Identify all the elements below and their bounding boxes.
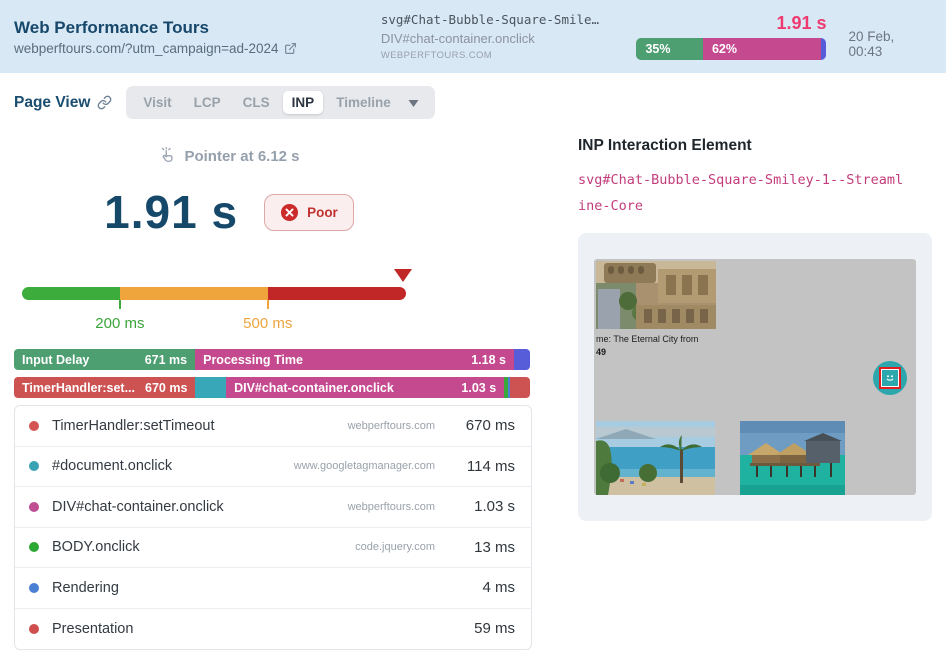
site-title: Web Performance Tours	[14, 18, 381, 38]
threshold-label-good: 200 ms	[95, 315, 144, 332]
view-tabs: Visit LCP CLS INP Timeline	[126, 86, 434, 119]
interaction-type-row: Pointer at 6.12 s	[14, 147, 444, 165]
inp-detail-panel: Pointer at 6.12 s 1.91 s Poor 200 ms 500…	[14, 119, 532, 650]
script-breakdown-bar: TimerHandler:set...670 ms DIV#chat-conta…	[14, 377, 530, 398]
table-row-chat-container[interactable]: DIV#chat-container.onclick webperftours.…	[15, 487, 531, 528]
event-duration: 114 ms	[453, 458, 515, 475]
page-view-link[interactable]: Page View	[14, 94, 112, 112]
timestamp: 20 Feb, 00:43	[848, 15, 930, 59]
threshold-good-segment	[22, 287, 120, 300]
threshold-tick-500ms	[267, 300, 269, 309]
threshold-needs-improvement-segment	[120, 287, 268, 300]
event-duration: 670 ms	[453, 417, 515, 434]
tab-visit[interactable]: Visit	[134, 91, 180, 114]
header-inp-value: 1.91 s	[636, 13, 826, 34]
legend-dot	[29, 502, 39, 512]
rating-label: Poor	[307, 205, 338, 220]
threshold-label-poor: 500 ms	[243, 315, 292, 332]
page-header: Web Performance Tours webperftours.com/?…	[0, 0, 946, 73]
threshold-poor-segment	[268, 287, 406, 300]
pointer-tap-icon	[158, 147, 176, 165]
script-chat-container-onclick[interactable]: DIV#chat-container.onclick1.03 s	[226, 377, 504, 398]
site-url-text: webperftours.com/?utm_campaign=ad-2024	[14, 41, 279, 56]
legend-dot	[29, 421, 39, 431]
event-duration: 13 ms	[453, 539, 515, 556]
interaction-summary: svg#Chat-Bubble-Square-Smile… DIV#chat-c…	[381, 12, 621, 61]
table-row-presentation[interactable]: Presentation 59 ms	[15, 609, 531, 650]
event-domain: www.googletagmanager.com	[294, 460, 435, 472]
legend-dot	[29, 624, 39, 634]
pointer-label: Pointer at 6.12 s	[184, 148, 299, 165]
event-duration: 59 ms	[453, 620, 515, 637]
event-label: DIV#chat-container.onclick	[52, 499, 348, 515]
phase-processing-time[interactable]: Processing Time1.18 s	[195, 349, 514, 370]
tab-inp[interactable]: INP	[283, 91, 324, 114]
screenshot-image-bungalows	[740, 421, 845, 495]
rating-badge: Poor	[264, 194, 354, 231]
link-icon[interactable]	[97, 95, 112, 110]
inp-element-selector: svg#Chat-Bubble-Square-Smiley-1--Streaml…	[578, 167, 908, 220]
event-duration: 1.03 s	[453, 498, 515, 515]
tab-cls[interactable]: CLS	[234, 91, 279, 114]
event-label: #document.onclick	[52, 458, 294, 474]
x-circle-icon	[280, 203, 299, 222]
bar-segment-input-delay: 35%	[636, 38, 703, 60]
page-view-label: Page View	[14, 94, 90, 112]
table-row-timerhandler[interactable]: TimerHandler:setTimeout webperftours.com…	[15, 406, 531, 447]
interaction-element-selector: svg#Chat-Bubble-Square-Smile…	[381, 12, 621, 27]
inp-element-panel: INP Interaction Element svg#Chat-Bubble-…	[578, 119, 932, 650]
panel-title: INP Interaction Element	[578, 137, 932, 155]
legend-dot	[29, 583, 39, 593]
header-inp-metric: 1.91 s 35% 62%	[636, 13, 826, 60]
screenshot-image-beach	[596, 421, 715, 495]
threshold-bar	[22, 287, 406, 300]
script-timerhandler[interactable]: TimerHandler:set...670 ms	[14, 377, 195, 398]
event-domain: webperftours.com	[348, 420, 435, 432]
current-value-marker-icon	[394, 269, 412, 282]
table-row-document-onclick[interactable]: #document.onclick www.googletagmanager.c…	[15, 447, 531, 488]
interaction-handler: DIV#chat-container.onclick	[381, 31, 621, 46]
inp-value: 1.91 s	[104, 185, 238, 239]
event-domain: code.jquery.com	[355, 541, 435, 553]
script-document-onclick[interactable]	[195, 377, 226, 398]
bar-segment-presentation	[821, 38, 827, 60]
table-row-rendering[interactable]: Rendering 4 ms	[15, 568, 531, 609]
interaction-domain: WEBPERFTOURS.COM	[381, 50, 621, 61]
event-label: Presentation	[52, 621, 435, 637]
event-label: Rendering	[52, 580, 435, 596]
header-inp-breakdown-bar: 35% 62%	[636, 38, 826, 60]
legend-dot	[29, 542, 39, 552]
event-domain: webperftours.com	[348, 501, 435, 513]
phase-input-delay[interactable]: Input Delay671 ms	[14, 349, 195, 370]
tab-lcp[interactable]: LCP	[185, 91, 230, 114]
inp-metric-row: 1.91 s Poor	[14, 185, 444, 239]
site-url[interactable]: webperftours.com/?utm_campaign=ad-2024	[14, 41, 381, 56]
legend-dot	[29, 461, 39, 471]
script-presentation[interactable]	[510, 377, 530, 398]
screenshot-caption: me: The Eternal City from 49	[596, 333, 698, 360]
screenshot-image-rome	[596, 261, 716, 329]
element-screenshot-card: me: The Eternal City from 49	[578, 233, 932, 521]
bar-segment-processing: 62%	[703, 38, 821, 60]
table-row-body-onclick[interactable]: BODY.onclick code.jquery.com 13 ms	[15, 528, 531, 569]
threshold-scale: 200 ms 500 ms	[22, 287, 406, 349]
external-link-icon[interactable]	[284, 42, 297, 55]
event-label: BODY.onclick	[52, 539, 355, 555]
caption-line1: me: The Eternal City from	[596, 333, 698, 347]
event-breakdown-table: TimerHandler:setTimeout webperftours.com…	[14, 405, 532, 650]
phase-presentation-delay[interactable]	[514, 349, 530, 370]
caption-line2: 49	[596, 346, 698, 360]
toolbar: Page View Visit LCP CLS INP Timeline	[0, 73, 946, 119]
page-screenshot: me: The Eternal City from 49	[594, 259, 916, 495]
chat-bubble-smiley-icon	[873, 361, 907, 395]
threshold-tick-200ms	[119, 300, 121, 309]
chevron-down-icon[interactable]	[404, 97, 427, 108]
phase-breakdown-bar: Input Delay671 ms Processing Time1.18 s	[14, 349, 530, 370]
event-duration: 4 ms	[453, 579, 515, 596]
main-content: Pointer at 6.12 s 1.91 s Poor 200 ms 500…	[0, 119, 946, 650]
site-info: Web Performance Tours webperftours.com/?…	[14, 18, 381, 56]
event-label: TimerHandler:setTimeout	[52, 418, 348, 434]
tab-timeline[interactable]: Timeline	[327, 91, 400, 114]
